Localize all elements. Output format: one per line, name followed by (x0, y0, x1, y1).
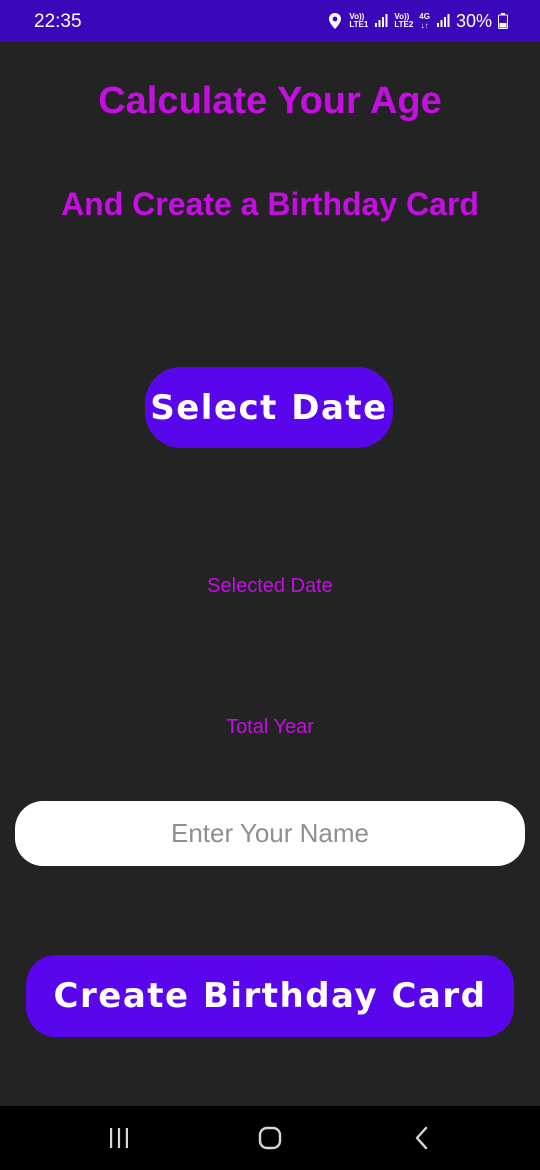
back-icon (415, 1126, 428, 1150)
status-time: 22:35 (34, 11, 82, 32)
network-type-indicator: 4G ↓↑ (419, 12, 430, 30)
status-bar: 22:35 Vo)) LTE1 Vo)) LTE2 4G ↓↑ 30% (0, 0, 540, 42)
home-button[interactable] (250, 1122, 290, 1154)
recent-apps-button[interactable] (99, 1122, 139, 1154)
page-subtitle: And Create a Birthday Card (61, 186, 479, 222)
data-arrows-icon: ↓↑ (420, 21, 429, 30)
signal-bars-icon (375, 14, 388, 27)
total-year-text: Total Year (226, 716, 314, 738)
back-button[interactable] (402, 1122, 442, 1154)
home-icon (258, 1126, 282, 1150)
location-icon (329, 13, 342, 29)
app-screen: 22:35 Vo)) LTE1 Vo)) LTE2 4G ↓↑ 30% Calc… (0, 0, 540, 1170)
signal-bars-icon (436, 14, 450, 27)
battery-percent: 30% (455, 10, 492, 31)
battery-icon (498, 13, 508, 29)
name-input[interactable] (15, 801, 525, 866)
sim2-indicator: Vo)) LTE2 (394, 13, 413, 29)
sim1-lte-label: LTE1 (349, 20, 369, 29)
create-birthday-card-button[interactable]: Create Birthday Card (26, 955, 514, 1037)
network-type-label: 4G (419, 12, 430, 21)
sim2-lte-label: LTE2 (394, 20, 414, 29)
sim1-indicator: Vo)) LTE1 (349, 13, 368, 29)
page-title: Calculate Your Age (98, 80, 442, 122)
status-icons: Vo)) LTE1 Vo)) LTE2 4G ↓↑ 30% (327, 9, 508, 33)
navigation-bar (0, 1106, 540, 1170)
selected-date-text: Selected Date (207, 575, 333, 597)
recent-apps-icon (110, 1128, 128, 1148)
select-date-button[interactable]: Select Date (145, 367, 393, 448)
